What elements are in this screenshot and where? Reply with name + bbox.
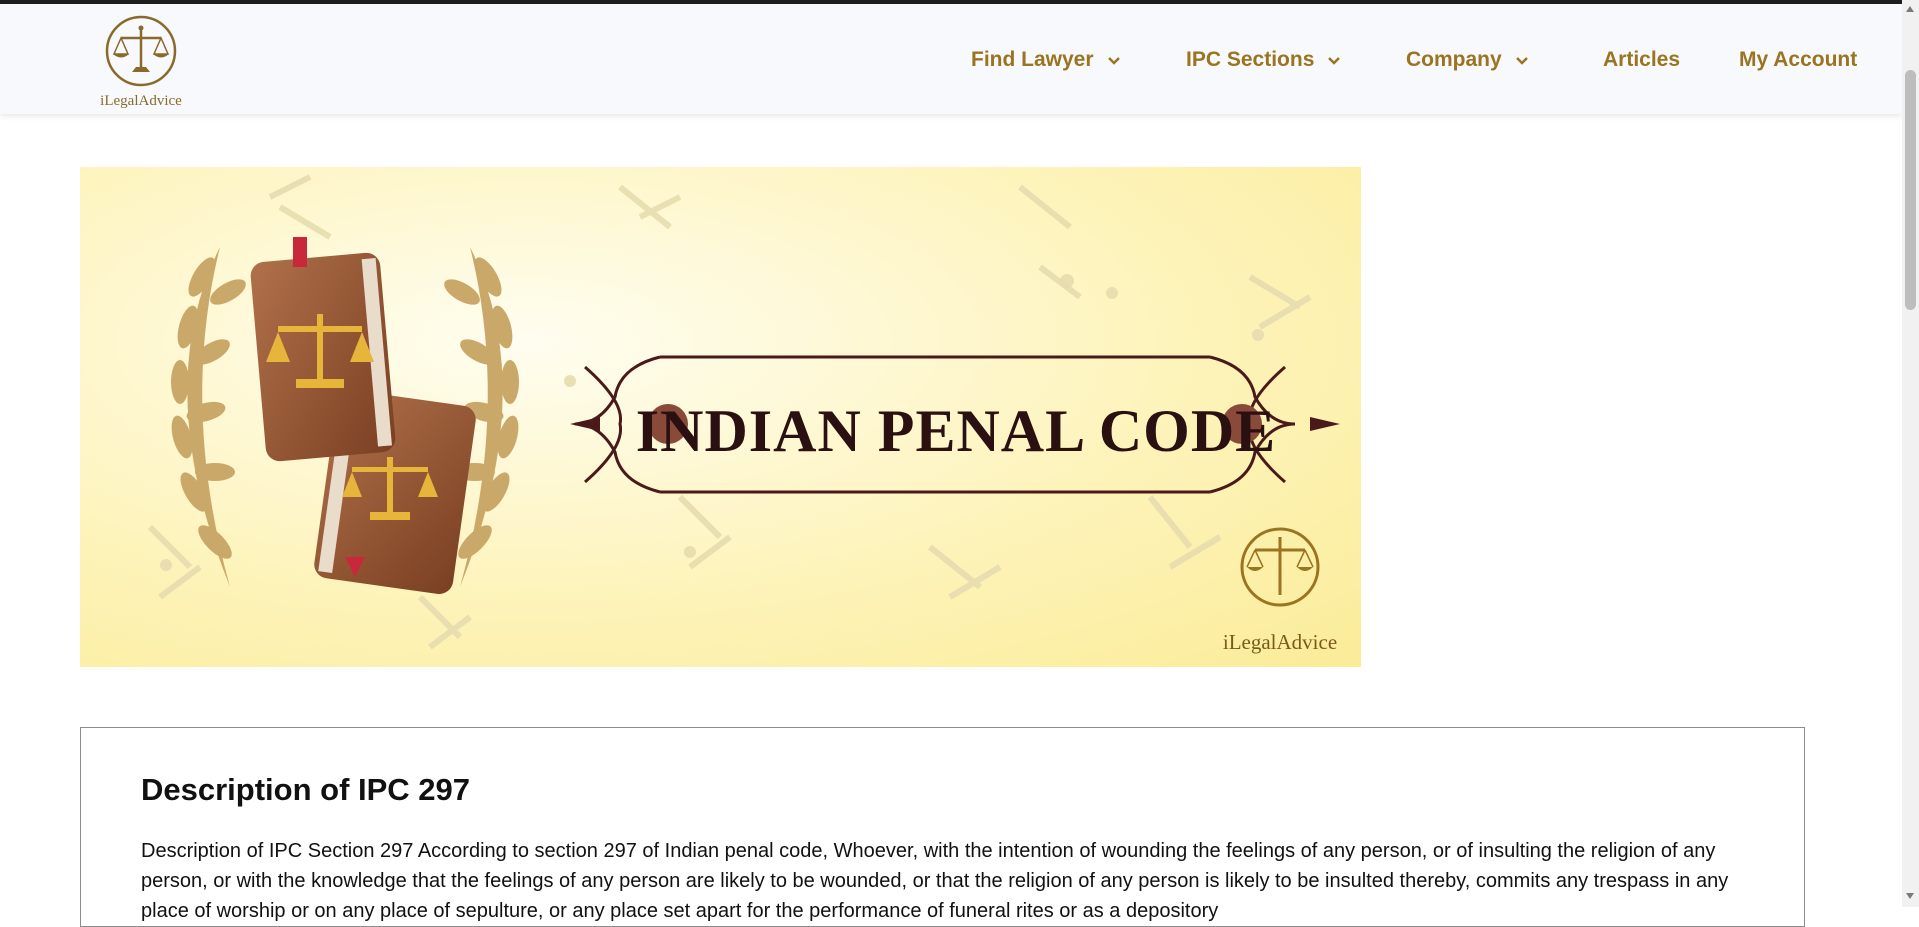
site-header: iLegalAdvice Find Lawyer IPC Sections Co… [0,4,1902,114]
banner-brand: iLegalAdvice [1223,630,1337,654]
chevron-down-icon [1515,57,1528,65]
scroll-down-icon[interactable] [1906,893,1914,899]
logo-text: iLegalAdvice [100,93,182,109]
site-logo[interactable]: iLegalAdvice [96,14,186,110]
description-body: Description of IPC Section 297 According… [141,840,1729,922]
nav-label: My Account [1739,48,1858,71]
scrollbar-thumb[interactable] [1905,70,1916,310]
nav-label: Find Lawyer [971,48,1094,71]
nav-label: IPC Sections [1186,48,1315,71]
nav-articles[interactable]: Articles [1603,48,1680,72]
nav-ipc-sections[interactable]: IPC Sections [1186,48,1342,72]
description-card: Description of IPC 297 Description of IP… [80,727,1805,927]
ipc-banner: INDIAN PENAL CODE iLegalAdvice [80,167,1361,667]
nav-my-account[interactable]: My Account [1739,48,1857,72]
nav-find-lawyer[interactable]: Find Lawyer [971,48,1122,72]
scroll-up-icon[interactable] [1906,6,1914,12]
description-heading: Description of IPC 297 [141,772,471,807]
nav-label: Articles [1603,48,1681,71]
banner-title: INDIAN PENAL CODE [636,398,1276,464]
nav-label: Company [1406,48,1502,71]
page-scrollbar[interactable] [1902,0,1919,907]
law-book-icon [250,237,396,462]
scales-of-justice-icon [105,15,177,87]
banner-graphic: INDIAN PENAL CODE iLegalAdvice [80,167,1361,667]
scales-of-justice-icon [1240,527,1320,607]
nav-company[interactable]: Company [1406,48,1530,72]
chevron-down-icon [1328,57,1341,65]
chevron-down-icon [1107,57,1120,65]
